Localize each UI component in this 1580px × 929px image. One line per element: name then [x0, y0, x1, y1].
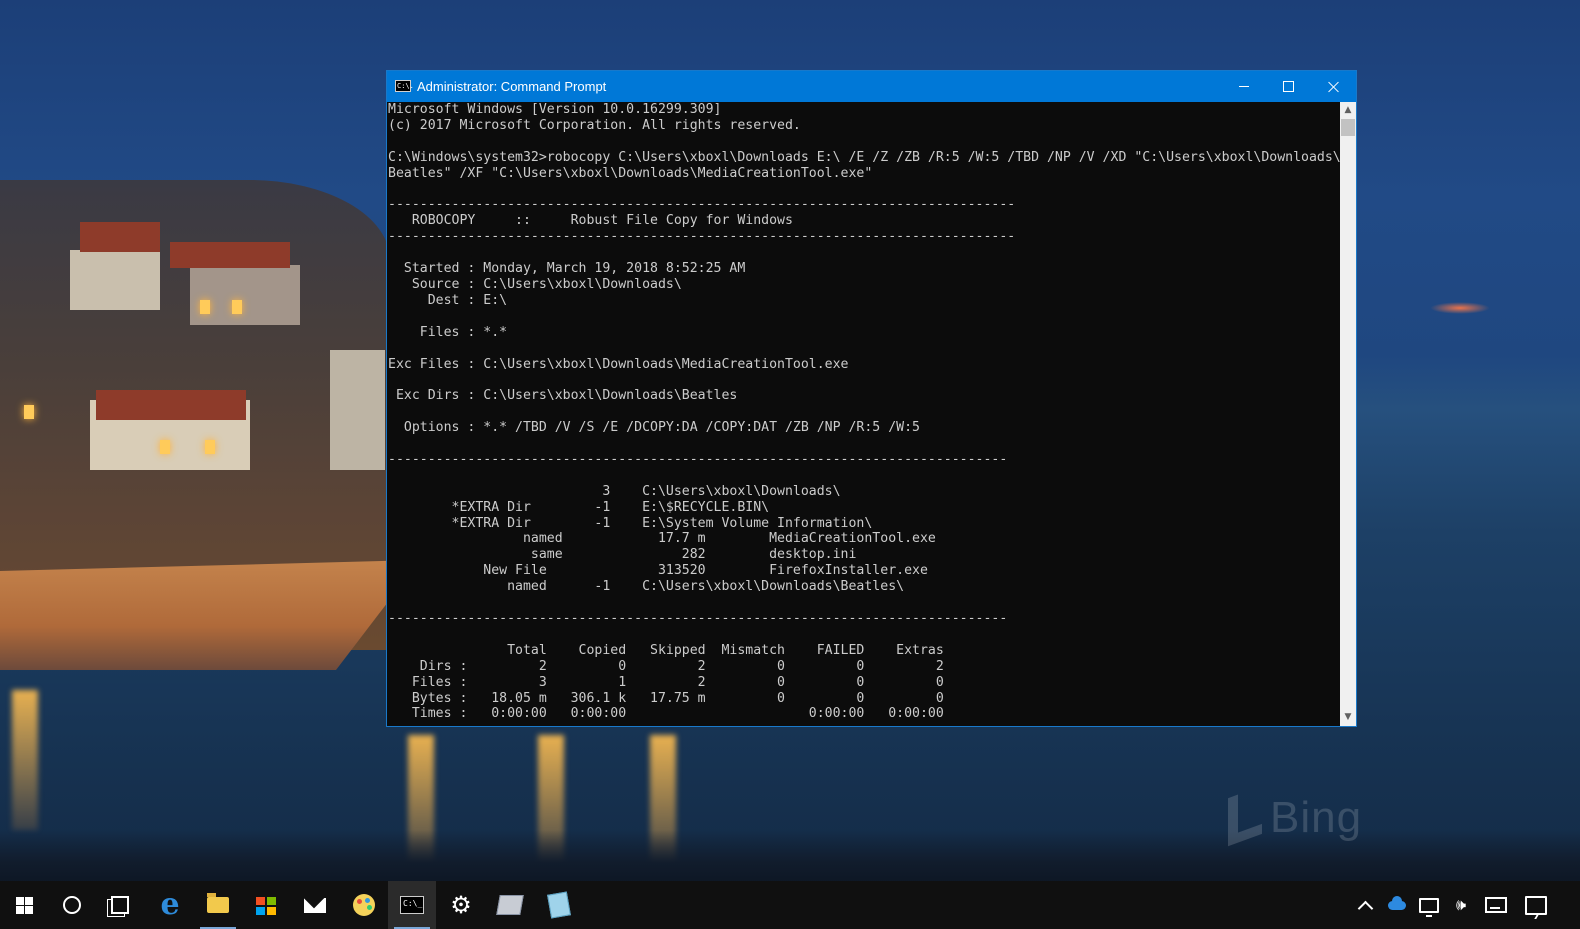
scroll-thumb[interactable] [1341, 119, 1355, 136]
notification-icon [1525, 895, 1547, 915]
box-icon [496, 895, 524, 915]
store-icon [256, 895, 276, 915]
command-prompt-window[interactable]: C:\. Administrator: Command Prompt Micro… [386, 70, 1357, 727]
scroll-down-arrow-icon[interactable]: ▼ [1340, 709, 1356, 726]
taskbar-app-paint-3d[interactable] [340, 881, 388, 929]
command-prompt-icon[interactable]: C:\. [395, 80, 414, 92]
scroll-up-arrow-icon[interactable]: ▲ [1340, 102, 1356, 119]
lit-window [232, 300, 242, 314]
console-output-area[interactable]: Microsoft Windows [Version 10.0.16299.30… [387, 102, 1340, 726]
show-hidden-icons-button[interactable] [1354, 881, 1376, 929]
maximize-icon [1283, 81, 1294, 92]
red-roof [96, 390, 246, 420]
chevron-up-icon [1357, 900, 1373, 916]
mail-icon [304, 897, 326, 913]
action-center-button[interactable] [1522, 881, 1550, 929]
volume-tray-icon[interactable]: 🕪 [1448, 881, 1474, 929]
windows-logo-icon [15, 896, 33, 914]
cortana-button[interactable] [48, 881, 96, 929]
taskbar-app-file-explorer[interactable] [194, 881, 242, 929]
edge-icon: e [160, 887, 180, 922]
minimize-icon [1238, 86, 1249, 87]
folder-icon [207, 893, 229, 913]
notepad-icon [547, 891, 571, 919]
maximize-button[interactable] [1266, 71, 1311, 102]
task-view-icon [111, 896, 129, 914]
start-button[interactable] [0, 881, 48, 929]
paint-icon [353, 894, 375, 916]
lit-window [205, 440, 215, 454]
close-button[interactable] [1311, 71, 1356, 102]
window-title: Administrator: Command Prompt [417, 79, 607, 94]
lit-window [24, 405, 34, 419]
vertical-scrollbar[interactable]: ▲ ▼ [1340, 102, 1356, 726]
red-roof [170, 242, 290, 268]
house [190, 265, 300, 325]
taskbar-app-edge[interactable]: e [146, 881, 194, 929]
distant-lights [1430, 302, 1490, 314]
lit-window [200, 300, 210, 314]
beach [0, 560, 420, 670]
bing-logo-icon [1228, 785, 1262, 847]
taskbar-app-settings[interactable]: ⚙ [437, 881, 485, 929]
taskbar: e C:\_ ⚙ 🕪 [0, 881, 1580, 929]
network-tray-icon[interactable] [1416, 881, 1442, 929]
console-output-text[interactable]: Microsoft Windows [Version 10.0.16299.30… [387, 102, 1340, 722]
volume-icon: 🕪 [1455, 895, 1467, 914]
taskbar-app-notepad[interactable] [535, 881, 583, 929]
lit-window [160, 440, 170, 454]
close-icon [1328, 81, 1340, 93]
network-icon [1419, 897, 1439, 917]
command-prompt-icon: C:\_ [400, 896, 424, 914]
taskbar-app-store[interactable] [242, 881, 290, 929]
house [70, 250, 160, 310]
red-roof [80, 222, 160, 252]
taskbar-app-command-prompt[interactable]: C:\_ [388, 881, 436, 929]
bing-watermark-text: Bing [1270, 793, 1363, 842]
cloud-icon [1388, 895, 1406, 910]
gear-icon: ⚙ [450, 891, 472, 919]
touch-keyboard-button[interactable] [1482, 881, 1510, 929]
taskbar-app-mail[interactable] [291, 881, 339, 929]
title-bar[interactable]: C:\. Administrator: Command Prompt [387, 71, 1356, 102]
cortana-circle-icon [63, 896, 81, 914]
house [330, 350, 385, 470]
minimize-button[interactable] [1221, 71, 1266, 102]
keyboard-icon [1485, 897, 1507, 913]
bing-watermark: Bing [1228, 785, 1363, 847]
task-view-button[interactable] [96, 881, 144, 929]
taskbar-app-box[interactable] [486, 881, 534, 929]
light-reflection [12, 690, 38, 830]
onedrive-tray-icon[interactable] [1384, 881, 1410, 929]
